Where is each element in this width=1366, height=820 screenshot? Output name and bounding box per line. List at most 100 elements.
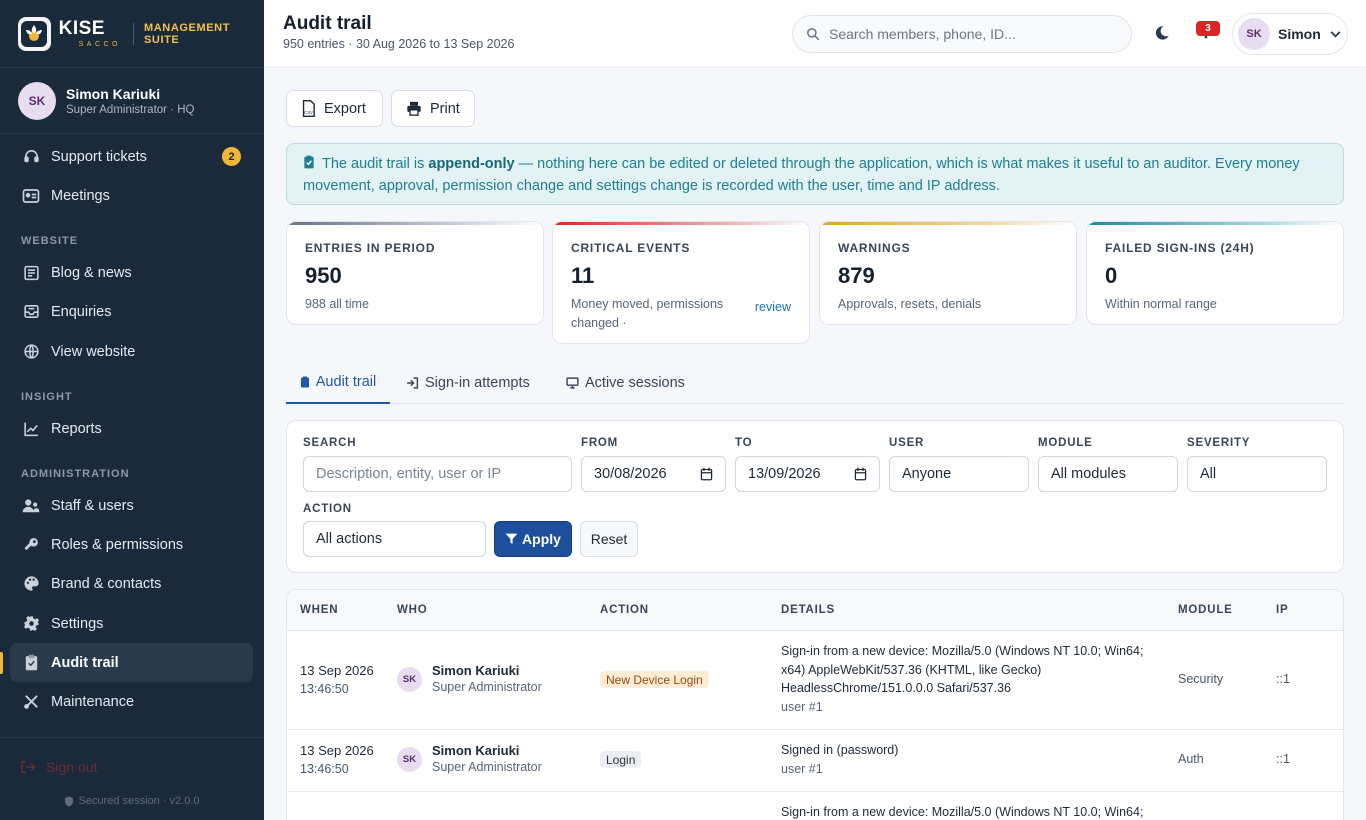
tab-active-sessions[interactable]: Active sessions [566,362,685,404]
search-filter-label: SEARCH [303,437,357,449]
col-action: ACTION [600,604,649,616]
export-button[interactable]: CSV Export [286,90,383,127]
notice-text-pre: The audit trail is [322,156,429,172]
sidebar-item-brand-contacts[interactable]: Brand & contacts [10,564,253,603]
sidebar-item-label: Roles & permissions [51,536,184,553]
printer-icon [406,101,422,116]
stat-value: 879 [838,263,875,288]
stat-label: ENTRIES IN PERIOD [305,241,436,255]
section-insight: INSIGHT [21,391,73,403]
to-label: TO [735,437,753,449]
print-button[interactable]: Print [391,90,475,127]
sidebar-item-label: View website [51,343,136,360]
user-select[interactable]: Anyone [889,456,1029,492]
key-icon [22,536,40,554]
stat-note: Approvals, resets, denials [838,297,982,311]
sidebar-item-support-tickets[interactable]: Support tickets 2 [10,137,253,176]
sidebar-item-staff-users[interactable]: Staff & users [10,486,253,525]
table-row[interactable]: 13 Sep 2026 13:46:50 SK Simon Kariuki Su… [287,730,1343,792]
stat-accent-bar [1087,222,1343,225]
sidebar-item-enquiries[interactable]: Enquiries [10,292,253,331]
col-when: WHEN [300,604,339,616]
action-select[interactable]: All actions [303,521,486,557]
sidebar-item-label: Settings [51,615,104,632]
sidebar-profile[interactable]: SK Simon Kariuki Super Administrator · H… [0,68,264,134]
col-ip: IP [1276,604,1289,616]
to-date-input[interactable]: 13/09/2026 [735,456,880,492]
tab-sign-in-attempts[interactable]: Sign-in attempts [406,362,530,404]
entry-date: 13 Sep 2026 [300,743,374,758]
sidebar-item-meetings[interactable]: Meetings [10,176,253,215]
logo-icon[interactable] [18,16,51,51]
stat-label: FAILED SIGN-INS (24H) [1105,241,1255,255]
tab-audit-trail[interactable]: Audit trail [286,362,390,404]
calendar-icon[interactable] [700,467,713,481]
calendar-icon[interactable] [854,467,867,481]
action-label: ACTION [303,503,352,515]
search-input[interactable] [829,26,1119,42]
stat-value: 0 [1105,263,1118,288]
user-name: Simon [1278,26,1321,42]
from-date-input[interactable]: 30/08/2026 [581,456,726,492]
apply-button[interactable]: Apply [494,521,572,557]
sign-in-icon [406,377,419,389]
sidebar-footer-divider [0,737,264,738]
search-filter-input[interactable]: Description, entity, user or IP [303,456,572,492]
details-text: Signed in (password) [781,743,899,757]
shield-icon [64,796,74,807]
stat-note: 988 all time [305,297,369,311]
ticket-count-badge: 2 [222,147,241,166]
who-cell: Simon Kariuki Super Administrator [432,743,542,774]
entry-time: 13:46:50 [300,682,349,696]
gear-icon [22,615,40,633]
stat-note: Within normal range [1105,297,1217,311]
sidebar: KISE SACCO MANAGEMENT SUITE SK Simon Kar… [0,0,264,820]
sign-out-label: Sign out [46,759,98,775]
user-menu[interactable]: SK Simon [1232,13,1348,55]
col-who: WHO [397,604,428,616]
sidebar-item-roles-permissions[interactable]: Roles & permissions [10,525,253,564]
apply-label: Apply [522,531,561,547]
from-label: FROM [581,437,619,449]
details-text: Sign-in from a new device: Mozilla/5.0 (… [781,644,1144,695]
chart-line-icon [22,420,40,438]
inbox-icon [22,303,40,321]
section-administration: ADMINISTRATION [21,468,130,480]
tools-icon [22,693,40,711]
stat-card-warnings: WARNINGS 879 Approvals, resets, denials [819,221,1077,325]
stat-accent-bar [287,222,543,225]
details-cell: Sign-in from a new device: Mozilla/5.0 (… [781,642,1161,716]
who-cell: Simon Kariuki Super Administrator [432,663,542,694]
secured-session-label: Secured session · v2.0.0 [78,795,200,807]
reset-button[interactable]: Reset [580,521,638,557]
stat-value: 11 [571,263,595,288]
tab-label: Sign-in attempts [425,375,530,391]
review-link[interactable]: review [755,300,791,314]
top-bar: Audit trail 950 entries · 30 Aug 2026 to… [264,0,1366,68]
global-search[interactable] [792,15,1132,53]
globe-icon [22,343,40,361]
severity-select[interactable]: All [1187,456,1327,492]
stat-accent-bar [820,222,1076,225]
when-cell: 13 Sep 2026 13:46:50 [300,663,374,696]
user-name: Simon Kariuki [432,663,520,678]
module-select[interactable]: All modules [1038,456,1178,492]
sidebar-item-settings[interactable]: Settings [10,604,253,643]
sidebar-item-label: Meetings [51,187,110,204]
action-badge: Login [600,751,642,768]
table-row[interactable]: Sign-in from a new device: Mozilla/5.0 (… [287,792,1343,820]
sign-out-button[interactable]: Sign out [20,759,97,775]
profile-role: Super Administrator · HQ [66,103,195,116]
brand-sub: SACCO [78,41,122,48]
ip-cell: ::1 [1276,752,1290,766]
dark-mode-toggle-icon[interactable] [1154,24,1170,42]
sidebar-item-audit-trail[interactable]: Audit trail [10,643,253,682]
table-row[interactable]: 13 Sep 2026 13:46:50 SK Simon Kariuki Su… [287,631,1343,730]
sidebar-item-label: Support tickets [51,148,147,165]
sidebar-item-reports[interactable]: Reports [10,409,253,448]
sidebar-item-view-website[interactable]: View website [10,332,253,371]
when-cell: 13 Sep 2026 13:46:50 [300,743,374,776]
stat-label: WARNINGS [838,241,911,255]
sidebar-item-blog-news[interactable]: Blog & news [10,253,253,292]
sidebar-item-maintenance[interactable]: Maintenance [10,682,253,721]
